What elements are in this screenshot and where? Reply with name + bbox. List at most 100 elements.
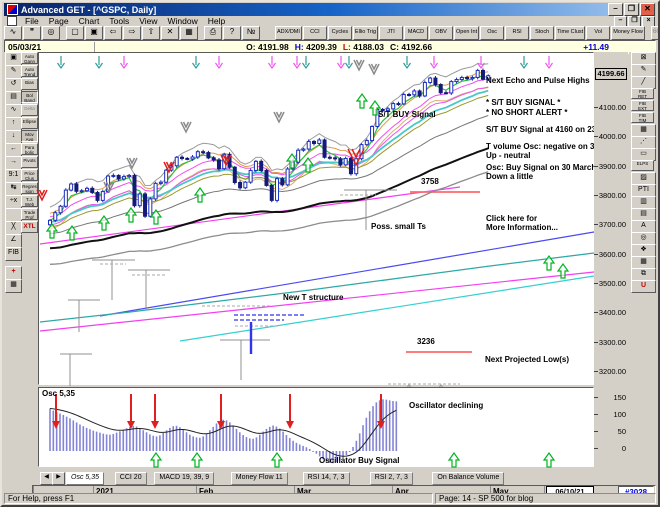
price-tick-mark: [594, 224, 598, 226]
child-close-button[interactable]: ×: [642, 15, 655, 27]
compress-icon[interactable]: ÷x: [5, 195, 22, 209]
tab-osc-5-35[interactable]: Osc 5,35: [66, 472, 105, 485]
save-page-icon[interactable]: ▣: [85, 26, 103, 40]
scroll-down-icon[interactable]: ↓: [5, 130, 22, 144]
study-button-cycles[interactable]: Cycles: [327, 26, 352, 40]
chart-annotation: Up - neutral: [486, 151, 531, 160]
fib-time-button[interactable]: FIB TIM: [631, 112, 654, 123]
study-button-ellio-trig[interactable]: Ellio Trig: [352, 26, 379, 40]
lines-icon[interactable]: ╳: [5, 221, 22, 235]
minimize-button[interactable]: –: [608, 3, 623, 16]
sidebar-tool-bol-band[interactable]: Bol Band: [21, 91, 38, 103]
link-icon[interactable]: ∿: [4, 26, 22, 40]
study-button-money-flow[interactable]: Money Flow: [611, 26, 645, 40]
title-bar[interactable]: Advanced GET - [^GSPC, Daily] – ❐ ✕: [4, 3, 656, 16]
tab-rsi-14-7-3[interactable]: RSI 14, 7, 3: [302, 472, 350, 485]
tab-macd-19-39-9[interactable]: MACD 19, 39, 9: [154, 472, 215, 485]
drag-reset-icon[interactable]: ↺: [5, 78, 22, 92]
child-window-icon[interactable]: [7, 16, 17, 26]
fib-retracement-button[interactable]: FIB RET: [631, 88, 654, 99]
child-restore-button[interactable]: ❐: [628, 15, 641, 27]
elliott-wave-icon[interactable]: ∿: [5, 104, 22, 118]
blank-button[interactable]: [5, 208, 22, 222]
menu-tools[interactable]: Tools: [104, 16, 134, 26]
sidebar-tool-bias[interactable]: Bias: [21, 78, 38, 90]
study-button-obv[interactable]: OBV: [429, 26, 454, 40]
menu-page[interactable]: Page: [44, 16, 74, 26]
fib-extension-button[interactable]: FIB EXT: [631, 100, 654, 111]
chart-window-icon[interactable]: ▦: [180, 26, 198, 40]
study-button-stoch[interactable]: Stoch: [530, 26, 555, 40]
sidebar-tool-auto-gann[interactable]: Auto Gann: [21, 52, 38, 64]
scroll-right-icon[interactable]: →: [5, 156, 22, 170]
ellipse-button[interactable]: ELPS: [631, 160, 654, 171]
child-minimize-button[interactable]: –: [614, 15, 627, 27]
open-label: O:: [246, 42, 256, 52]
tab-cci-20[interactable]: CCI 20: [114, 472, 147, 485]
menu-file[interactable]: File: [20, 16, 44, 26]
tab-money-flow-11[interactable]: Money Flow 11: [230, 472, 288, 485]
stamp-icon[interactable]: ▦: [5, 279, 22, 293]
study-button-open-int[interactable]: Open Int: [454, 26, 480, 40]
menu-chart[interactable]: Chart: [74, 16, 105, 26]
tab-scroll-right[interactable]: ▶: [52, 472, 65, 485]
study-button-time-clust[interactable]: Time Clust: [555, 26, 586, 40]
crosshair-icon[interactable]: +: [5, 266, 22, 280]
sidebar-tool-pivots[interactable]: Pivots: [21, 156, 38, 168]
more-information-link[interactable]: Click here for: [486, 214, 537, 223]
fib-button[interactable]: FIB: [5, 247, 22, 261]
sidebar-tool-price-clus[interactable]: Price Clus: [21, 169, 38, 181]
sidebar-tool-mov-avg[interactable]: Mov Avg: [21, 130, 38, 142]
edit-icon[interactable]: ✎: [5, 65, 22, 79]
study-button-cci[interactable]: CCI: [302, 26, 327, 40]
tab-on-balance-volume[interactable]: On Balance Volume: [432, 472, 505, 485]
chart-annotation: Osc: Buy Signal on 30 March: [486, 163, 597, 172]
update-button[interactable]: U: [631, 280, 656, 293]
study-button-rsi[interactable]: RSI: [505, 26, 530, 40]
expand-icon[interactable]: ↹: [5, 182, 22, 196]
sidebar-tool-delta[interactable]: Delta: [21, 104, 38, 116]
ratio-button[interactable]: 9:1: [5, 169, 22, 183]
scroll-up-icon[interactable]: ↑: [5, 117, 22, 131]
new-page-icon[interactable]: ▢: [66, 26, 84, 40]
low-value: 4188.03: [353, 42, 384, 52]
gann-angles-icon[interactable]: ∠: [5, 234, 22, 248]
study-button-vol[interactable]: Vol: [586, 26, 611, 40]
menu-view[interactable]: View: [134, 16, 162, 26]
sidebar-tool-regres-sion[interactable]: Regres sion: [21, 182, 38, 194]
sidebar-tool-auto-trend[interactable]: Auto Trend: [21, 65, 38, 77]
page-back-icon[interactable]: ⇦: [104, 26, 122, 40]
study-button-macd[interactable]: MACD: [404, 26, 429, 40]
print-icon[interactable]: ⎙: [204, 26, 222, 40]
low-label: L:: [342, 42, 351, 52]
open-chart-icon[interactable]: ▣: [5, 52, 22, 66]
tab-rsi-2-7-3[interactable]: RSI 2, 7, 3: [369, 472, 413, 485]
study-button-osc[interactable]: Osc: [480, 26, 505, 40]
sidebar-tool-t-j-web[interactable]: T.J. Web: [21, 195, 38, 207]
page-forward-icon[interactable]: ⇨: [123, 26, 141, 40]
refresh-icon[interactable]: ⇧: [142, 26, 160, 40]
oscillator-panel[interactable]: Osc 5,35 Oscillator declining Oscillator B…: [38, 387, 594, 468]
delete-icon[interactable]: ✕: [161, 26, 179, 40]
study-button-jti[interactable]: JTI: [379, 26, 404, 40]
scroll-left-icon[interactable]: ←: [5, 143, 22, 157]
close-button[interactable]: ✕: [640, 3, 655, 16]
context-help-icon[interactable]: №: [242, 26, 260, 40]
more-information-link[interactable]: More Information...: [486, 223, 558, 232]
menu-help[interactable]: Help: [203, 16, 230, 26]
quotes-icon[interactable]: ❞: [23, 26, 41, 40]
study-icon[interactable]: ▤: [5, 91, 22, 105]
date-field[interactable]: 05/03/21: [5, 42, 95, 52]
menu-window[interactable]: Window: [162, 16, 202, 26]
help-icon[interactable]: ?: [223, 26, 241, 40]
zoom-icon[interactable]: ◎: [42, 26, 60, 40]
sidebar-tool-trade-prof[interactable]: Trade Prof: [21, 208, 38, 220]
sidebar-tool-xtl[interactable]: XTL: [21, 221, 38, 233]
price-chart-panel[interactable]: S/T BUY Signal 3758 Poss. small Ts New T st…: [36, 52, 619, 432]
sidebar-tool-ellipse[interactable]: Ellipse: [21, 117, 38, 129]
sidebar-tool-para-bolic[interactable]: Para bolic: [21, 143, 38, 155]
timeframe-60-minute[interactable]: 60 Minute: [650, 26, 658, 40]
restore-button[interactable]: ❐: [624, 3, 639, 16]
study-button-adx-dmi[interactable]: ADX/DMI: [275, 26, 302, 40]
price-tick-mark: [594, 165, 598, 167]
